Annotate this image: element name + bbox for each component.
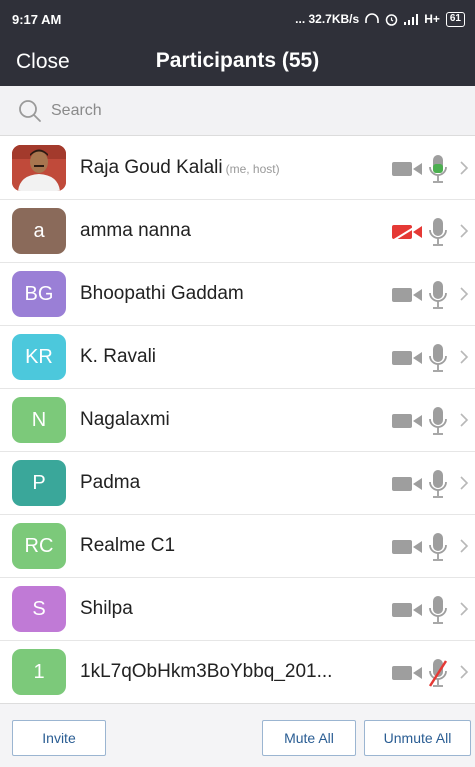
video-camera-icon[interactable] <box>391 538 423 556</box>
avatar <box>12 145 66 191</box>
participant-name-wrap: K. Ravali <box>80 346 156 368</box>
participant-name-wrap: Realme C1 <box>80 535 175 557</box>
participant-name-wrap: Nagalaxmi <box>80 409 170 431</box>
avatar-initials: 1 <box>33 660 45 683</box>
participant-list: Raja Goud Kalali (me, host) a amma nanna BG B… <box>0 137 475 704</box>
participant-name: Realme C1 <box>80 535 176 556</box>
video-off-icon[interactable] <box>391 223 423 241</box>
microphone-icon[interactable] <box>428 154 448 184</box>
participant-row[interactable]: KR K. Ravali <box>0 326 475 389</box>
avatar-initials: RC <box>24 534 54 557</box>
microphone-icon[interactable] <box>428 595 448 625</box>
alarm-icon <box>385 13 398 26</box>
avatar-initials: a <box>33 219 45 242</box>
microphone-icon[interactable] <box>428 217 448 247</box>
invite-button[interactable]: Invite <box>12 720 106 756</box>
microphone-icon[interactable] <box>428 343 448 373</box>
participant-name: K. Ravali <box>80 346 157 367</box>
signal-icon <box>404 13 419 25</box>
headphones-icon <box>365 13 379 23</box>
participant-row[interactable]: 1 1kL7qObHkm3BoYbbq_201... <box>0 641 475 704</box>
unmute-all-button[interactable]: Unmute All <box>364 720 471 756</box>
participant-name: 1kL7qObHkm3BoYbbq_201... <box>80 661 333 682</box>
participant-row[interactable]: BG Bhoopathi Gaddam <box>0 263 475 326</box>
video-camera-icon[interactable] <box>391 412 423 430</box>
mute-all-button[interactable]: Mute All <box>262 720 356 756</box>
chevron-right-icon[interactable] <box>459 223 469 239</box>
video-camera-icon[interactable] <box>391 349 423 367</box>
participant-name: Padma <box>80 472 141 493</box>
participant-name-wrap: Raja Goud Kalali (me, host) <box>80 157 280 179</box>
participant-name: Raja Goud Kalali <box>80 157 223 178</box>
chevron-right-icon[interactable] <box>459 538 469 554</box>
microphone-icon[interactable] <box>428 469 448 499</box>
microphone-icon[interactable] <box>428 280 448 310</box>
network-speed: ... 32.7KB/s <box>295 12 360 26</box>
participant-role: (me, host) <box>225 162 280 176</box>
avatar-initials: S <box>32 597 46 620</box>
participant-name: Bhoopathi Gaddam <box>80 283 244 304</box>
participant-name-wrap: Bhoopathi Gaddam <box>80 283 244 305</box>
avatar-initials: KR <box>25 345 53 368</box>
participant-row[interactable]: a amma nanna <box>0 200 475 263</box>
avatar: N <box>12 397 66 443</box>
chevron-right-icon[interactable] <box>459 349 469 365</box>
participant-name: Nagalaxmi <box>80 409 170 430</box>
search-icon <box>19 99 41 122</box>
profile-photo <box>12 145 66 191</box>
avatar: P <box>12 460 66 506</box>
mic-muted-icon[interactable] <box>428 658 448 688</box>
chevron-right-icon[interactable] <box>459 664 469 680</box>
avatar: a <box>12 208 66 254</box>
video-camera-icon[interactable] <box>391 664 423 682</box>
avatar-initials: P <box>32 471 46 494</box>
chevron-right-icon[interactable] <box>459 286 469 302</box>
participant-name: amma nanna <box>80 220 191 241</box>
chevron-right-icon[interactable] <box>459 160 469 176</box>
battery-indicator: 61 <box>445 11 465 27</box>
microphone-icon[interactable] <box>428 532 448 562</box>
video-camera-icon[interactable] <box>391 475 423 493</box>
video-camera-icon[interactable] <box>391 286 423 304</box>
participant-row[interactable]: P Padma <box>0 452 475 515</box>
avatar: BG <box>12 271 66 317</box>
avatar-initials: BG <box>24 282 54 305</box>
header: Close Participants (55) <box>0 38 475 86</box>
status-bar: 9:17 AM ... 32.7KB/s H+ 61 <box>0 0 475 38</box>
page-title: Participants (55) <box>155 49 320 72</box>
participant-name-wrap: Padma <box>80 472 140 494</box>
avatar: 1 <box>12 649 66 695</box>
participant-name: Shilpa <box>80 598 133 619</box>
search-bar[interactable] <box>0 86 475 136</box>
microphone-icon[interactable] <box>428 406 448 436</box>
status-indicators: ... 32.7KB/s H+ 61 <box>295 11 465 27</box>
participant-row[interactable]: RC Realme C1 <box>0 515 475 578</box>
avatar: RC <box>12 523 66 569</box>
chevron-right-icon[interactable] <box>459 412 469 428</box>
chevron-right-icon[interactable] <box>459 475 469 491</box>
participant-row[interactable]: Raja Goud Kalali (me, host) <box>0 137 475 200</box>
participant-name-wrap: Shilpa <box>80 598 133 620</box>
participant-row[interactable]: S Shilpa <box>0 578 475 641</box>
participant-name-wrap: 1kL7qObHkm3BoYbbq_201... <box>80 661 332 683</box>
footer-toolbar: Invite Mute All Unmute All <box>0 703 475 767</box>
avatar: S <box>12 586 66 632</box>
chevron-right-icon[interactable] <box>459 601 469 617</box>
search-input[interactable] <box>51 101 431 120</box>
video-camera-icon[interactable] <box>391 160 423 178</box>
network-type: H+ <box>424 12 440 26</box>
avatar-initials: N <box>31 408 47 431</box>
avatar: KR <box>12 334 66 380</box>
status-time: 9:17 AM <box>12 11 62 27</box>
video-camera-icon[interactable] <box>391 601 423 619</box>
participant-row[interactable]: N Nagalaxmi <box>0 389 475 452</box>
participant-name-wrap: amma nanna <box>80 220 191 242</box>
